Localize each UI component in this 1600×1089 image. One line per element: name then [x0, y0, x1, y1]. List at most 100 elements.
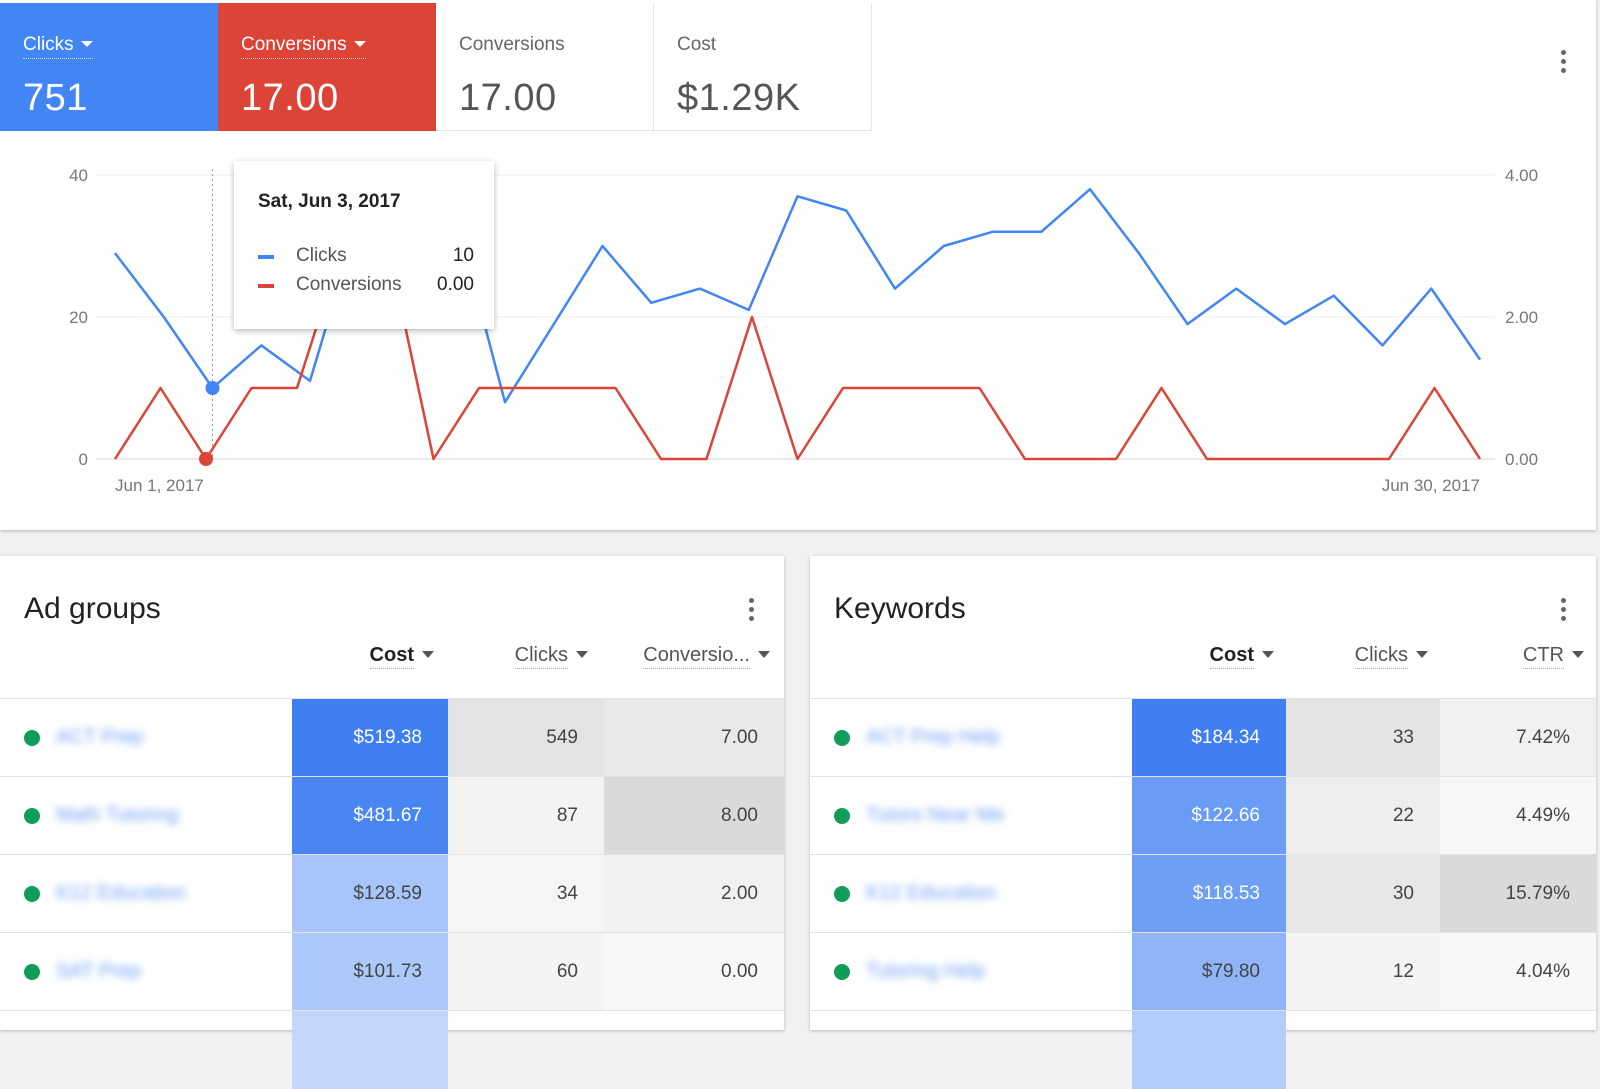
status-enabled-icon: [24, 963, 40, 980]
metric-label: Conversions: [459, 34, 565, 55]
ad-group-name[interactable]: ACT Prep: [56, 726, 143, 749]
status-enabled-icon: [834, 729, 850, 746]
status-enabled-icon: [834, 807, 850, 824]
status-enabled-icon: [24, 885, 40, 902]
metric-value-conversions: 17.00: [241, 77, 339, 119]
keyword-name-cell[interactable]: Tutors Near Me: [810, 776, 1132, 855]
sort-caret-icon: [576, 651, 588, 658]
table-row[interactable]: SAT Prep $101.73 60 0.00: [0, 932, 784, 1011]
table-row[interactable]: [810, 1010, 1596, 1089]
ad-group-name[interactable]: Math Tutoring: [56, 804, 178, 827]
metric-value: 17.00: [459, 77, 557, 119]
clicks-legend-swatch: [258, 255, 274, 259]
conversions-legend-swatch: [258, 284, 274, 288]
clicks-cell: 30: [1286, 854, 1440, 933]
metric-tile-cost[interactable]: Cost $1.29K: [654, 3, 872, 131]
metric-tile-clicks[interactable]: Clicks 751: [0, 3, 218, 131]
cost-cell: $118.53: [1132, 854, 1286, 933]
keyword-name-cell[interactable]: Tutoring Help: [810, 932, 1132, 1011]
more-options-icon[interactable]: [1553, 594, 1573, 624]
tooltip-series-name: Clicks: [296, 245, 347, 266]
metric-selector-conversions[interactable]: Conversions: [241, 34, 366, 59]
ad-group-name[interactable]: K12 Education: [56, 882, 186, 905]
more-options-icon[interactable]: [1553, 46, 1573, 76]
keywords-header-cost[interactable]: Cost: [1134, 644, 1274, 669]
ad-groups-header-cost[interactable]: Cost: [300, 644, 434, 669]
tooltip-series-value: 10: [452, 245, 474, 266]
tooltip-series-value: 0.00: [437, 274, 474, 295]
ad-group-name[interactable]: SAT Prep: [56, 960, 141, 983]
series-point-clicks: [205, 381, 220, 395]
keywords-header-clicks[interactable]: Clicks: [1288, 644, 1428, 669]
conversions-cell: 8.00: [604, 776, 784, 855]
caret-down-icon: [353, 41, 366, 47]
cost-cell: $184.34: [1132, 698, 1286, 777]
table-row[interactable]: Tutors Near Me $122.66 22 4.49%: [810, 776, 1596, 855]
conversions-cell: 7.00: [604, 698, 784, 777]
cost-cell: $128.59: [292, 854, 448, 933]
series-point-conversions: [199, 452, 213, 466]
table-row[interactable]: K12 Education $118.53 30 15.79%: [810, 854, 1596, 933]
sort-caret-icon: [1416, 651, 1428, 658]
tooltip-date: Sat, Jun 3, 2017: [258, 191, 401, 212]
ad-groups-header-conversions[interactable]: Conversio...: [604, 644, 770, 669]
ad-group-name-cell[interactable]: ACT Prep: [0, 698, 292, 777]
table-row[interactable]: [0, 1010, 784, 1089]
ad-groups-header-clicks[interactable]: Clicks: [452, 644, 588, 669]
metric-tile-conversions-alt[interactable]: Conversions 17.00: [436, 3, 654, 131]
cost-cell: $101.73: [292, 932, 448, 1011]
clicks-cell: 87: [448, 776, 604, 855]
metric-value: $1.29K: [677, 77, 801, 119]
ad-group-name-cell[interactable]: SAT Prep: [0, 932, 292, 1011]
sort-caret-icon: [422, 651, 434, 658]
status-enabled-icon: [834, 885, 850, 902]
chart-tooltip: Sat, Jun 3, 2017 Clicks 10 Conversions 0…: [234, 161, 494, 329]
overview-card: Clicks 751 Conversions 17.00 Conversions…: [0, 0, 1596, 530]
cost-cell: $122.66: [1132, 776, 1286, 855]
x-axis-end-label: Jun 30, 2017: [1382, 476, 1480, 495]
keyword-text[interactable]: K12 Education: [866, 882, 996, 905]
metric-tile-conversions[interactable]: Conversions 17.00: [218, 3, 436, 131]
clicks-cell: 33: [1286, 698, 1440, 777]
ctr-cell: 4.04%: [1440, 932, 1596, 1011]
caret-down-icon: [80, 41, 93, 47]
keyword-text[interactable]: Tutors Near Me: [866, 804, 1004, 827]
ad-group-name-cell[interactable]: Math Tutoring: [0, 776, 292, 855]
metric-value-clicks: 751: [23, 77, 88, 119]
status-enabled-icon: [24, 729, 40, 746]
right-axis-tick-label: 0.00: [1505, 450, 1538, 469]
left-axis-tick-label: 40: [69, 166, 88, 185]
clicks-cell: 12: [1286, 932, 1440, 1011]
conversions-cell: 0.00: [604, 932, 784, 1011]
more-options-icon[interactable]: [741, 594, 761, 624]
clicks-cell: 60: [448, 932, 604, 1011]
metric-selector-clicks[interactable]: Clicks: [23, 34, 93, 59]
keywords-header-ctr[interactable]: CTR: [1440, 644, 1584, 669]
right-axis-tick-label: 4.00: [1505, 166, 1538, 185]
sort-caret-icon: [1262, 651, 1274, 658]
sort-caret-icon: [758, 651, 770, 658]
ad-group-name-cell[interactable]: K12 Education: [0, 854, 292, 933]
table-row[interactable]: Tutoring Help $79.80 12 4.04%: [810, 932, 1596, 1011]
ctr-cell: 4.49%: [1440, 776, 1596, 855]
tooltip-series-name: Conversions: [296, 274, 402, 295]
table-row[interactable]: ACT Prep Help $184.34 33 7.42%: [810, 698, 1596, 777]
x-axis-start-label: Jun 1, 2017: [115, 476, 204, 495]
keyword-text[interactable]: ACT Prep Help: [866, 726, 1000, 749]
status-enabled-icon: [24, 807, 40, 824]
clicks-cell: 549: [448, 698, 604, 777]
table-row[interactable]: ACT Prep $519.38 549 7.00: [0, 698, 784, 777]
conversions-cell: 2.00: [604, 854, 784, 933]
clicks-cell: 34: [448, 854, 604, 933]
keyword-name-cell[interactable]: K12 Education: [810, 854, 1132, 933]
cost-cell: $481.67: [292, 776, 448, 855]
keyword-text[interactable]: Tutoring Help: [866, 960, 985, 983]
keyword-name-cell[interactable]: ACT Prep Help: [810, 698, 1132, 777]
ctr-cell: 7.42%: [1440, 698, 1596, 777]
right-axis-tick-label: 2.00: [1505, 308, 1538, 327]
cost-cell: $519.38: [292, 698, 448, 777]
ctr-cell: 15.79%: [1440, 854, 1596, 933]
table-row[interactable]: K12 Education $128.59 34 2.00: [0, 854, 784, 933]
table-row[interactable]: Math Tutoring $481.67 87 8.00: [0, 776, 784, 855]
status-enabled-icon: [834, 963, 850, 980]
